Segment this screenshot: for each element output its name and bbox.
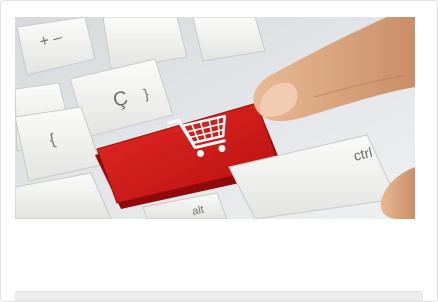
keyboard-cart-photo: + – Ç } {ctrl alt [15,17,415,219]
key-label: alt [191,204,205,218]
card-footer [15,291,423,301]
card-body [1,221,437,291]
product-card[interactable]: + – Ç } {ctrl alt [0,0,438,302]
